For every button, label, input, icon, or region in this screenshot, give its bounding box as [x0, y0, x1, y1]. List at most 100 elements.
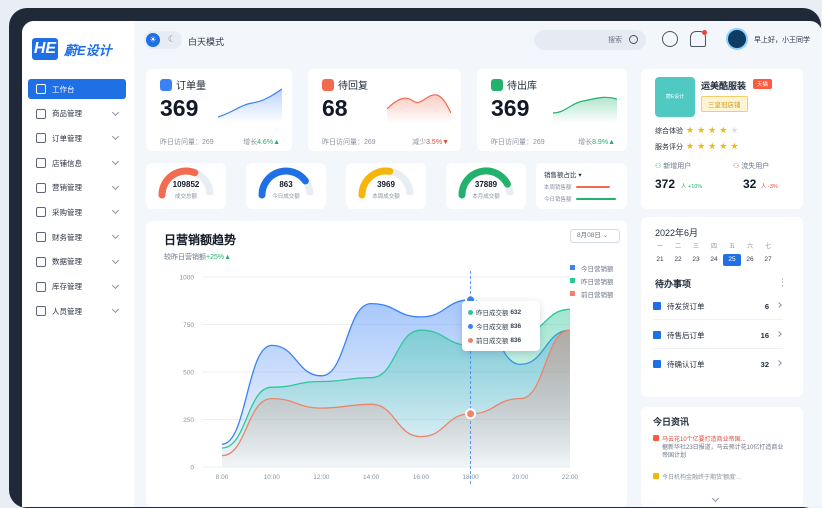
sidebar-item-finance[interactable]: 财务管理	[28, 227, 126, 247]
chevron-down-icon	[111, 281, 120, 289]
avatar[interactable]	[726, 28, 748, 50]
theme-toggle[interactable]: ☀ ☾	[144, 31, 182, 49]
ratio-title[interactable]: 销售额占比 ▾	[544, 169, 582, 179]
sidebar-item-products[interactable]: 商品管理	[28, 104, 126, 124]
calendar-day[interactable]: 21	[651, 254, 669, 266]
message-icon[interactable]	[662, 31, 678, 47]
tooltip-value: 836	[510, 322, 522, 330]
trend-label: 增长	[578, 139, 593, 146]
shop-level-badge: 三皇冠店铺	[701, 96, 748, 112]
stat-card-orders[interactable]: 订单量 369 昨日访问量：269 增长4.6%▲	[146, 69, 292, 151]
weekday: 一	[656, 244, 663, 250]
sparkline	[553, 96, 617, 123]
search-input[interactable]: 搜索	[534, 30, 646, 50]
sidebar-item-purchase[interactable]: 采购管理	[28, 202, 126, 222]
sidebar-item-workbench[interactable]: 工作台	[28, 79, 126, 99]
todo-label: 待发货订单	[667, 301, 705, 311]
weekday: 五	[728, 244, 735, 250]
new-users-label-text: 新增用户	[663, 163, 692, 170]
shop-logo[interactable]: 蔚E设计	[655, 77, 695, 117]
sidebar-item-marketing[interactable]: 营销管理	[28, 178, 126, 198]
calendar-todo-card: 2022年6月 一 二 三 四 五 六 七 21 22 23 24 25 26 …	[641, 217, 803, 397]
sidebar: HE 蔚E设计 工作台 商品管理 订单管理 店铺信息 营销管理 采购管理 财务管…	[22, 21, 134, 507]
sidebar-item-label: 店铺信息	[52, 158, 82, 168]
sidebar-item-data[interactable]: 数据管理	[28, 252, 126, 272]
calendar-day[interactable]: 22	[669, 254, 687, 266]
chevron-right-icon	[776, 331, 782, 337]
star-icon: ★	[686, 125, 695, 135]
x-tick-label: 22:00	[562, 474, 578, 481]
tooltip-dot	[468, 337, 473, 343]
stat-footnote: 昨日访问量：269	[491, 139, 545, 146]
calendar-day[interactable]: 24	[705, 254, 723, 266]
more-icon[interactable]: ⋮	[778, 277, 787, 288]
trend-value: 8.9%	[592, 139, 609, 146]
trend-value: 3.5%	[426, 139, 443, 146]
stat-card-shipping[interactable]: 待出库 369 昨日访问量：269 增长8.9%▲	[477, 69, 627, 151]
ratio-label: 本周销售额	[544, 185, 572, 191]
sales-ratio-card[interactable]: 销售额占比 ▾ 本周销售额 今日销售额	[536, 163, 627, 209]
user-add-icon: ⚇	[655, 163, 662, 170]
app-logo[interactable]: HE 蔚E设计	[32, 37, 112, 61]
todo-item[interactable]: 待发货订单 6	[653, 295, 783, 317]
y-tick-label: 750	[183, 322, 194, 329]
stat-card-replies[interactable]: 待回复 68 昨日访问量：269 减少3.5%▼	[308, 69, 461, 151]
new-users-label: ⚇ 新增用户	[655, 161, 691, 171]
news-item[interactable]: 马云花10个亿要打造商业帝国... 据新华社23日报道，马云预计花10亿打造商业…	[653, 435, 785, 460]
rating-label: 综合体验	[655, 127, 683, 135]
chevron-down-icon	[111, 133, 120, 141]
stat-footnote: 昨日访问量：269	[322, 139, 376, 146]
truck-icon	[491, 78, 503, 91]
stat-footnote: 昨日访问量：269	[160, 139, 214, 146]
app-screen: HE 蔚E设计 工作台 商品管理 订单管理 店铺信息 营销管理 采购管理 财务管…	[22, 21, 822, 507]
todo-label: 待确认订单	[667, 359, 705, 369]
todo-item[interactable]: 待售后订单 16	[653, 324, 783, 346]
divider	[653, 319, 783, 320]
rating-row: 服务评分 ★ ★ ★ ★ ★	[655, 141, 738, 152]
tooltip-row: 前日成交额 836	[468, 333, 534, 347]
x-tick-label: 10:00	[264, 474, 281, 481]
ratio-bar	[575, 186, 610, 188]
gauge-card[interactable]: 863 今日成交额	[246, 163, 326, 209]
chevron-down-icon	[111, 256, 120, 264]
calendar-days: 21 22 23 24 25 26 27	[651, 254, 777, 266]
tooltip-label: 今日成交额	[476, 324, 509, 331]
chevron-down-icon	[111, 232, 120, 240]
sidebar-item-label: 库存管理	[52, 282, 82, 291]
stat-title-text: 待出库	[507, 81, 537, 92]
gauge-card[interactable]: 3969 本周成交额	[346, 163, 426, 209]
sparkline	[218, 88, 282, 123]
gauge-card[interactable]: 37889 本月成交额	[446, 163, 526, 209]
stat-trend: 增长8.9%▲	[578, 137, 615, 147]
stat-title-text: 待回复	[338, 81, 368, 92]
todo-item[interactable]: 待确认订单 32	[653, 353, 783, 375]
sidebar-item-orders[interactable]: 订单管理	[28, 128, 126, 148]
calendar-day[interactable]: 26	[741, 254, 759, 266]
stat-value: 369	[160, 95, 199, 121]
sidebar-item-inventory[interactable]: 库存管理	[28, 277, 126, 297]
device-frame: HE 蔚E设计 工作台 商品管理 订单管理 店铺信息 营销管理 采购管理 财务管…	[9, 8, 822, 508]
sidebar-item-store[interactable]: 店铺信息	[28, 153, 126, 173]
new-users-value: 372	[655, 177, 676, 191]
calendar-day[interactable]: 23	[687, 254, 705, 266]
lost-users-value: 32	[743, 177, 757, 191]
date-select[interactable]: 8月08日 ⌄	[570, 229, 620, 243]
subtitle-text: 较昨日营销额	[164, 254, 206, 261]
top-bar: ☀ ☾ 白天模式 搜索 早上好，小王同学	[134, 21, 822, 61]
sidebar-item-staff[interactable]: 人员管理	[28, 301, 126, 321]
star-icon: ★	[697, 141, 706, 151]
gauge-card[interactable]: 109852 成交总额	[146, 163, 226, 209]
gauge-value: 109852	[172, 180, 200, 189]
legend-label: 昨日营销额	[581, 278, 614, 286]
todo-title: 待办事项	[655, 279, 692, 289]
y-tick-label: 0	[190, 465, 194, 472]
bell-icon[interactable]	[690, 30, 707, 47]
tooltip-dot	[468, 309, 473, 315]
calendar-day[interactable]: 27	[759, 254, 777, 266]
ratio-row: 今日销售额	[544, 195, 616, 203]
stat-value: 369	[491, 95, 530, 121]
gauge-label: 本月成交额	[472, 194, 500, 200]
news-headline: 马云花10个亿要打造商业帝国...	[653, 435, 785, 444]
news-item[interactable]: 今日机构金融终于期货'额度'...	[653, 473, 785, 482]
calendar-day-today[interactable]: 25	[723, 254, 741, 266]
